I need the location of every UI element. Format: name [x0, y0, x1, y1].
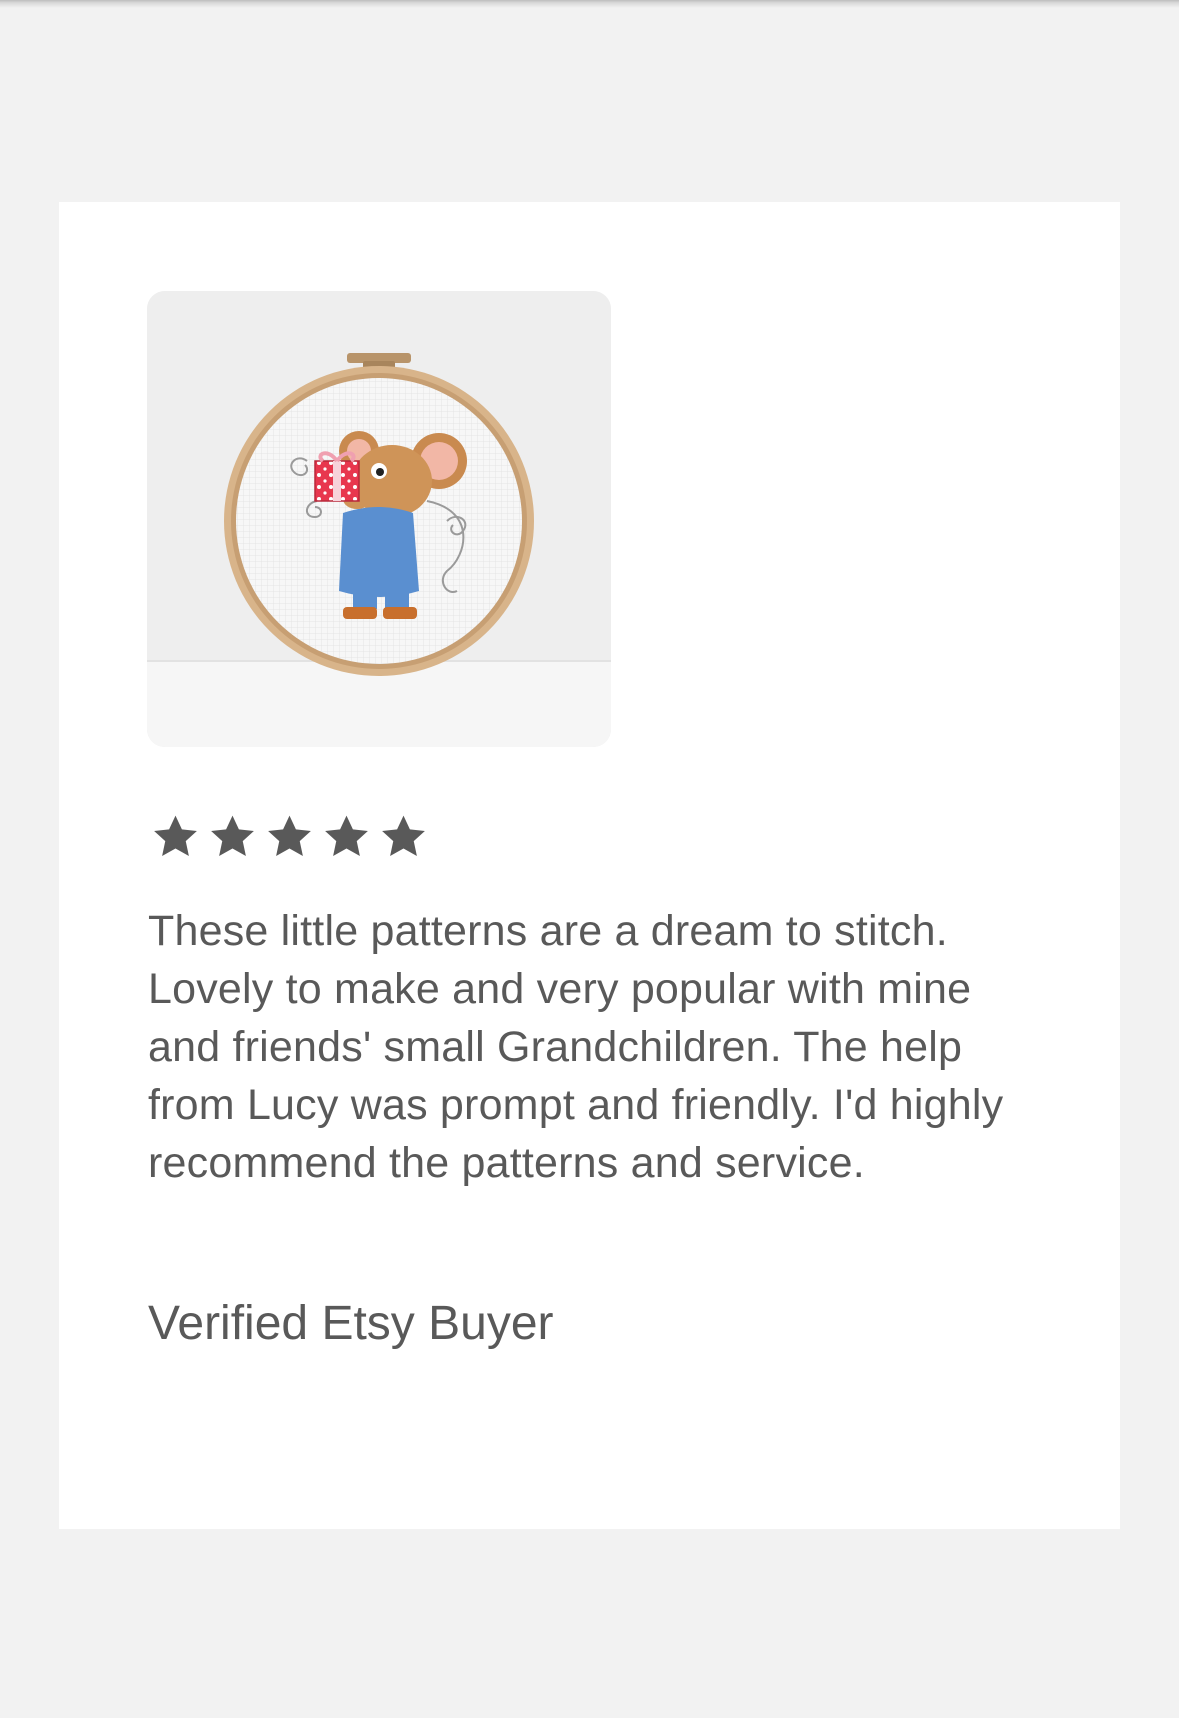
review-author: Verified Etsy Buyer: [148, 1297, 554, 1350]
review-text: These little patterns are a dream to sti…: [148, 907, 1004, 1187]
star-icon: [325, 815, 368, 857]
review-photo[interactable]: [147, 291, 611, 747]
star-icon: [154, 815, 197, 857]
review-card: These little patterns are a dream to sti…: [59, 202, 1120, 1529]
star-rating: [147, 810, 432, 864]
top-bar-shadow: [0, 0, 1179, 8]
star-icon: [382, 815, 425, 857]
cross-stitch-hoop-image: [147, 291, 611, 747]
star-icon: [211, 815, 254, 857]
star-icon: [268, 815, 311, 857]
